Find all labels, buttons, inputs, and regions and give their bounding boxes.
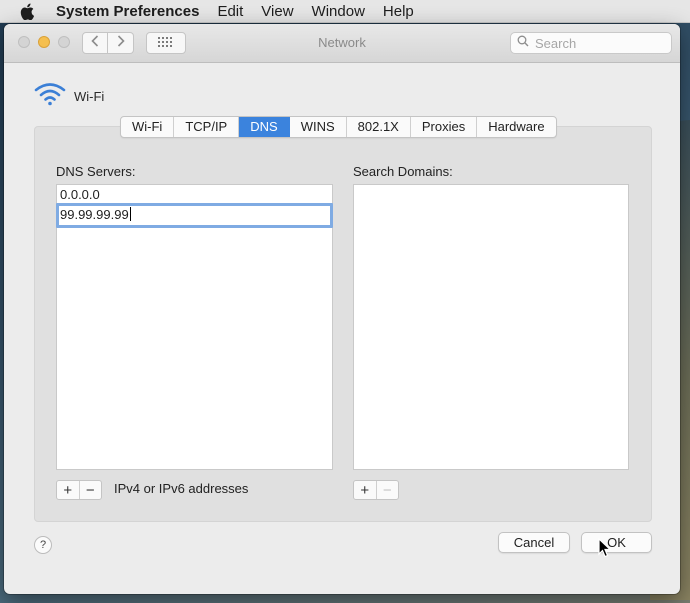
menu-app-name[interactable]: System Preferences [56,3,199,20]
search-icon [517,34,529,52]
wifi-icon [34,82,66,111]
search-field[interactable] [510,32,672,54]
text-caret [129,207,131,221]
menu-edit[interactable]: Edit [217,3,243,20]
service-name: Wi-Fi [74,89,105,104]
tab-tcpip[interactable]: TCP/IP [174,117,240,137]
search-domains-label: Search Domains: [353,164,453,179]
search-domains-add-remove: + − [353,480,399,500]
search-domains-list[interactable] [353,184,629,470]
settings-tab-bar: Wi-Fi TCP/IP DNS WINS 802.1X Proxies Har… [120,116,557,138]
tab-proxies[interactable]: Proxies [411,117,478,137]
dns-server-row[interactable]: 0.0.0.0 [57,185,332,204]
service-header: Wi-Fi [34,82,104,111]
dns-servers-label: DNS Servers: [56,164,136,179]
dns-server-address-input[interactable]: 99.99.99.99 [60,207,129,222]
dns-server-address: 0.0.0.0 [60,187,100,202]
tab-wifi[interactable]: Wi-Fi [121,117,175,137]
menu-help[interactable]: Help [383,3,414,20]
remove-dns-server-button[interactable]: − [80,481,102,499]
mouse-pointer-icon [598,537,612,558]
cancel-button[interactable]: Cancel [498,532,570,553]
dns-servers-list[interactable]: 0.0.0.0 99.99.99.99 [56,184,333,470]
add-dns-server-button[interactable]: + [57,481,80,499]
dns-server-row-editing[interactable]: 99.99.99.99 [56,203,333,228]
menu-view[interactable]: View [261,3,293,20]
tab-dns[interactable]: DNS [239,117,290,137]
dns-servers-hint: IPv4 or IPv6 addresses [114,481,249,496]
menu-window[interactable]: Window [312,3,365,20]
title-bar: Network [4,24,680,63]
search-input[interactable] [533,34,667,52]
apple-menu-icon[interactable] [20,2,36,20]
network-preferences-window: Network Wi-Fi Wi-Fi TCP/IP DNS WINS 802.… [4,24,680,594]
dns-servers-add-remove: + − [56,480,102,500]
tab-hardware[interactable]: Hardware [477,117,555,137]
add-search-domain-button[interactable]: + [354,481,377,499]
help-button[interactable]: ? [34,536,52,554]
remove-search-domain-button[interactable]: − [377,481,399,499]
menu-bar: System Preferences Edit View Window Help [0,0,690,23]
tab-wins[interactable]: WINS [290,117,347,137]
tab-8021x[interactable]: 802.1X [347,117,411,137]
ok-button[interactable]: OK [581,532,652,553]
